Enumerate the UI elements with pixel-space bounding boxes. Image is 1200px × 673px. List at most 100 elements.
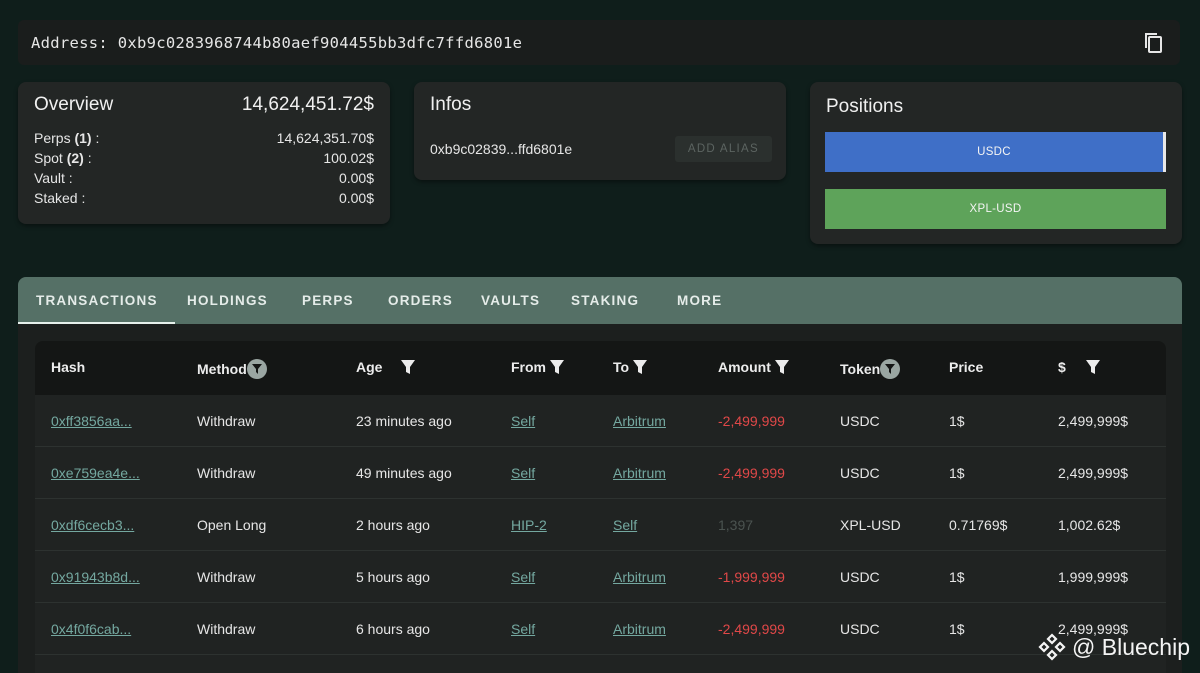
col-age: Age (356, 359, 416, 375)
to-link[interactable]: Self (613, 517, 637, 533)
watermark: @ Bluechip (1038, 633, 1190, 661)
usd-value-cell: 1,999,999$ (1058, 569, 1129, 585)
overview-title: Overview (34, 94, 114, 115)
overview-row: Vault : 0.00$ (34, 168, 374, 188)
col-from: From (511, 359, 564, 375)
from-link[interactable]: Self (511, 569, 535, 585)
position-xpl-usd-bar[interactable]: XPL-USD (825, 189, 1166, 229)
transactions-panel: TRANSACTIONS HOLDINGS PERPS ORDERS VAULT… (18, 277, 1182, 673)
token-cell: USDC (840, 465, 880, 481)
overview-total: 14,624,451.72$ (241, 94, 374, 115)
positions-card: Positions USDC XPL-USD (810, 82, 1182, 244)
col-amount: Amount (718, 359, 789, 375)
from-link[interactable]: Self (511, 413, 535, 429)
overview-row-value: 14,624,351.70$ (276, 130, 374, 146)
tab-perps[interactable]: PERPS (302, 293, 354, 308)
table-row: 0x4f0f6cab... Withdraw 6 hours ago Self Arbi… (35, 603, 1166, 655)
token-cell: XPL-USD (840, 517, 901, 533)
filter-icon[interactable] (246, 359, 267, 379)
age-cell: 23 minutes ago (356, 413, 452, 429)
address-text: Address: 0xb9c0283968744b80aef904455bb3d… (31, 34, 522, 52)
method-cell: Withdraw (197, 621, 256, 637)
usd-value-cell: 1,002.62$ (1058, 517, 1121, 533)
tab-vaults[interactable]: VAULTS (481, 293, 540, 308)
bluechip-logo-icon (1038, 633, 1066, 661)
amount-cell: -2,499,999 (718, 465, 785, 481)
from-link[interactable]: Self (511, 465, 535, 481)
amount-cell: 1,397 (718, 517, 754, 533)
filter-icon[interactable] (401, 359, 416, 375)
to-link[interactable]: Arbitrum (613, 413, 666, 429)
method-cell: Withdraw (197, 465, 256, 481)
add-alias-button[interactable]: ADD ALIAS (674, 136, 772, 162)
overview-row-value: 0.00$ (338, 170, 374, 186)
usd-value-cell: 2,499,999$ (1058, 413, 1129, 429)
hash-link[interactable]: 0x91943b8d... (51, 569, 140, 585)
hash-link[interactable]: 0x4f0f6cab... (51, 621, 131, 637)
overview-row: Perps (1) : 14,624,351.70$ (34, 128, 374, 148)
overview-card: Overview 14,624,451.72$ Perps (1) : 14,62… (18, 82, 390, 224)
position-usdc-bar[interactable]: USDC (825, 132, 1166, 172)
age-cell: 2 hours ago (356, 517, 430, 533)
col-to: To (613, 359, 648, 375)
token-cell: USDC (840, 569, 880, 585)
filter-icon[interactable] (633, 359, 648, 375)
transactions-table: Hash Method Age From To Amount Token Pri… (35, 341, 1166, 673)
short-address: 0xb9c02839...ffd6801e (430, 141, 573, 157)
age-cell: 6 hours ago (356, 621, 430, 637)
filter-icon[interactable] (550, 359, 564, 375)
method-cell: Withdraw (197, 413, 256, 429)
col-usd: $ (1058, 359, 1100, 375)
price-cell: 0.71769$ (949, 517, 1008, 533)
copy-icon[interactable] (1142, 31, 1166, 55)
hash-link[interactable]: 0xff3856aa... (51, 413, 132, 429)
to-link[interactable]: Arbitrum (613, 465, 666, 481)
overview-row-value: 100.02$ (323, 150, 374, 166)
overview-row: Spot (2) : 100.02$ (34, 148, 374, 168)
tab-bar: TRANSACTIONS HOLDINGS PERPS ORDERS VAULT… (18, 277, 1182, 324)
to-link[interactable]: Arbitrum (613, 569, 666, 585)
tab-orders[interactable]: ORDERS (388, 293, 453, 308)
filter-icon[interactable] (1085, 359, 1100, 375)
amount-cell: -2,499,999 (718, 413, 785, 429)
infos-card: Infos 0xb9c02839...ffd6801e ADD ALIAS (414, 82, 786, 180)
table-row: 0xff3856aa... Withdraw 23 minutes ago Self A… (35, 395, 1166, 447)
price-cell: 1$ (949, 413, 965, 429)
from-link[interactable]: HIP-2 (511, 517, 547, 533)
overview-row-label: Staked : (34, 190, 86, 206)
col-price: Price (949, 359, 984, 375)
amount-cell: -2,499,999 (718, 621, 785, 637)
overview-row-label: Perps (1) : (34, 130, 100, 146)
col-method: Method (197, 359, 267, 379)
address-bar: Address: 0xb9c0283968744b80aef904455bb3d… (18, 20, 1180, 65)
filter-icon[interactable] (880, 359, 901, 379)
table-row: 0xe759ea4e... Withdraw 49 minutes ago Self A… (35, 447, 1166, 499)
token-cell: USDC (840, 621, 880, 637)
to-link[interactable]: Arbitrum (613, 621, 666, 637)
address-label: Address: (31, 33, 109, 52)
from-link[interactable]: Self (511, 621, 535, 637)
method-cell: Withdraw (197, 569, 256, 585)
tab-staking[interactable]: STAKING (571, 293, 639, 308)
hash-link[interactable]: 0xdf6cecb3... (51, 517, 134, 533)
amount-cell: -1,999,999 (718, 569, 785, 585)
age-cell: 5 hours ago (356, 569, 430, 585)
watermark-text: @ Bluechip (1072, 633, 1190, 660)
method-cell: Open Long (197, 517, 267, 533)
age-cell: 49 minutes ago (356, 465, 452, 481)
tab-holdings[interactable]: HOLDINGS (187, 293, 268, 308)
table-row: 0x91943b8d... Withdraw 5 hours ago Self Arbi… (35, 551, 1166, 603)
tab-transactions[interactable]: TRANSACTIONS (18, 293, 175, 324)
col-hash: Hash (51, 359, 86, 375)
overview-row-label: Spot (2) : (34, 150, 92, 166)
usd-value-cell: 2,499,999$ (1058, 465, 1129, 481)
address-value: 0xb9c0283968744b80aef904455bb3dfc7ffd680… (117, 33, 523, 52)
table-row: 0xdf6cecb3... Open Long 2 hours ago HIP-2 Se… (35, 499, 1166, 551)
tab-more[interactable]: MORE (677, 293, 722, 308)
hash-link[interactable]: 0xe759ea4e... (51, 465, 140, 481)
filter-icon[interactable] (774, 359, 789, 375)
price-cell: 1$ (949, 621, 965, 637)
price-cell: 1$ (949, 569, 965, 585)
table-body: 0xff3856aa... Withdraw 23 minutes ago Self A… (35, 395, 1166, 655)
overview-row-label: Vault : (34, 170, 73, 186)
